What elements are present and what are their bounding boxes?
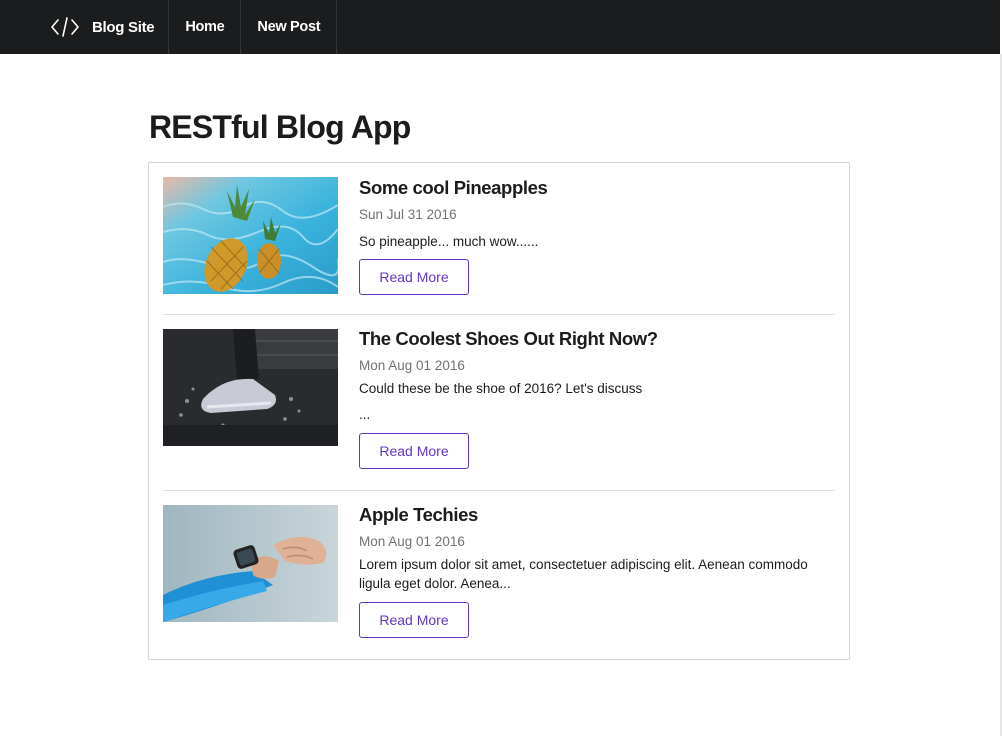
brand-link[interactable]: Blog Site: [0, 0, 170, 54]
post-title[interactable]: The Coolest Shoes Out Right Now?: [359, 328, 829, 350]
post-excerpt-line: ...: [359, 407, 371, 422]
post-excerpt-line: Lorem ipsum dolor sit amet, consectetuer…: [359, 557, 808, 591]
post-content: Apple Techies Mon Aug 01 2016 Lorem ipsu…: [359, 504, 829, 638]
post-excerpt-line: Could these be the shoe of 2016? Let's d…: [359, 381, 643, 396]
post-item: Some cool Pineapples Sun Jul 31 2016 So …: [163, 177, 835, 314]
nav-item-new-post[interactable]: New Post: [241, 0, 338, 54]
post-excerpt-line: So pineapple... much wow......: [359, 234, 539, 249]
read-more-button[interactable]: Read More: [359, 259, 469, 295]
read-more-button[interactable]: Read More: [359, 433, 469, 469]
post-image-smartwatch: [163, 505, 338, 622]
post-content: The Coolest Shoes Out Right Now? Mon Aug…: [359, 328, 829, 469]
post-image-shoes: [163, 329, 338, 446]
read-more-button[interactable]: Read More: [359, 602, 469, 638]
post-content: Some cool Pineapples Sun Jul 31 2016 So …: [359, 177, 829, 295]
post-excerpt: Could these be the shoe of 2016? Let's d…: [359, 379, 829, 424]
post-date: Mon Aug 01 2016: [359, 358, 465, 373]
post-date: Sun Jul 31 2016: [359, 207, 457, 222]
page-title: RESTful Blog App: [149, 109, 411, 145]
top-navbar: Blog Site Home New Post: [0, 0, 1000, 54]
post-item: Apple Techies Mon Aug 01 2016 Lorem ipsu…: [163, 490, 835, 650]
brand-label: Blog Site: [92, 18, 155, 36]
post-excerpt: Lorem ipsum dolor sit amet, consectetuer…: [359, 555, 829, 593]
post-title[interactable]: Apple Techies: [359, 504, 829, 526]
code-icon: [50, 16, 80, 38]
post-image-pineapples: [163, 177, 338, 294]
post-date: Mon Aug 01 2016: [359, 534, 465, 549]
post-item: The Coolest Shoes Out Right Now? Mon Aug…: [163, 314, 835, 490]
post-title[interactable]: Some cool Pineapples: [359, 177, 829, 199]
post-excerpt: So pineapple... much wow......: [359, 232, 829, 251]
nav-item-home[interactable]: Home: [169, 0, 242, 54]
post-list: Some cool Pineapples Sun Jul 31 2016 So …: [148, 162, 850, 660]
